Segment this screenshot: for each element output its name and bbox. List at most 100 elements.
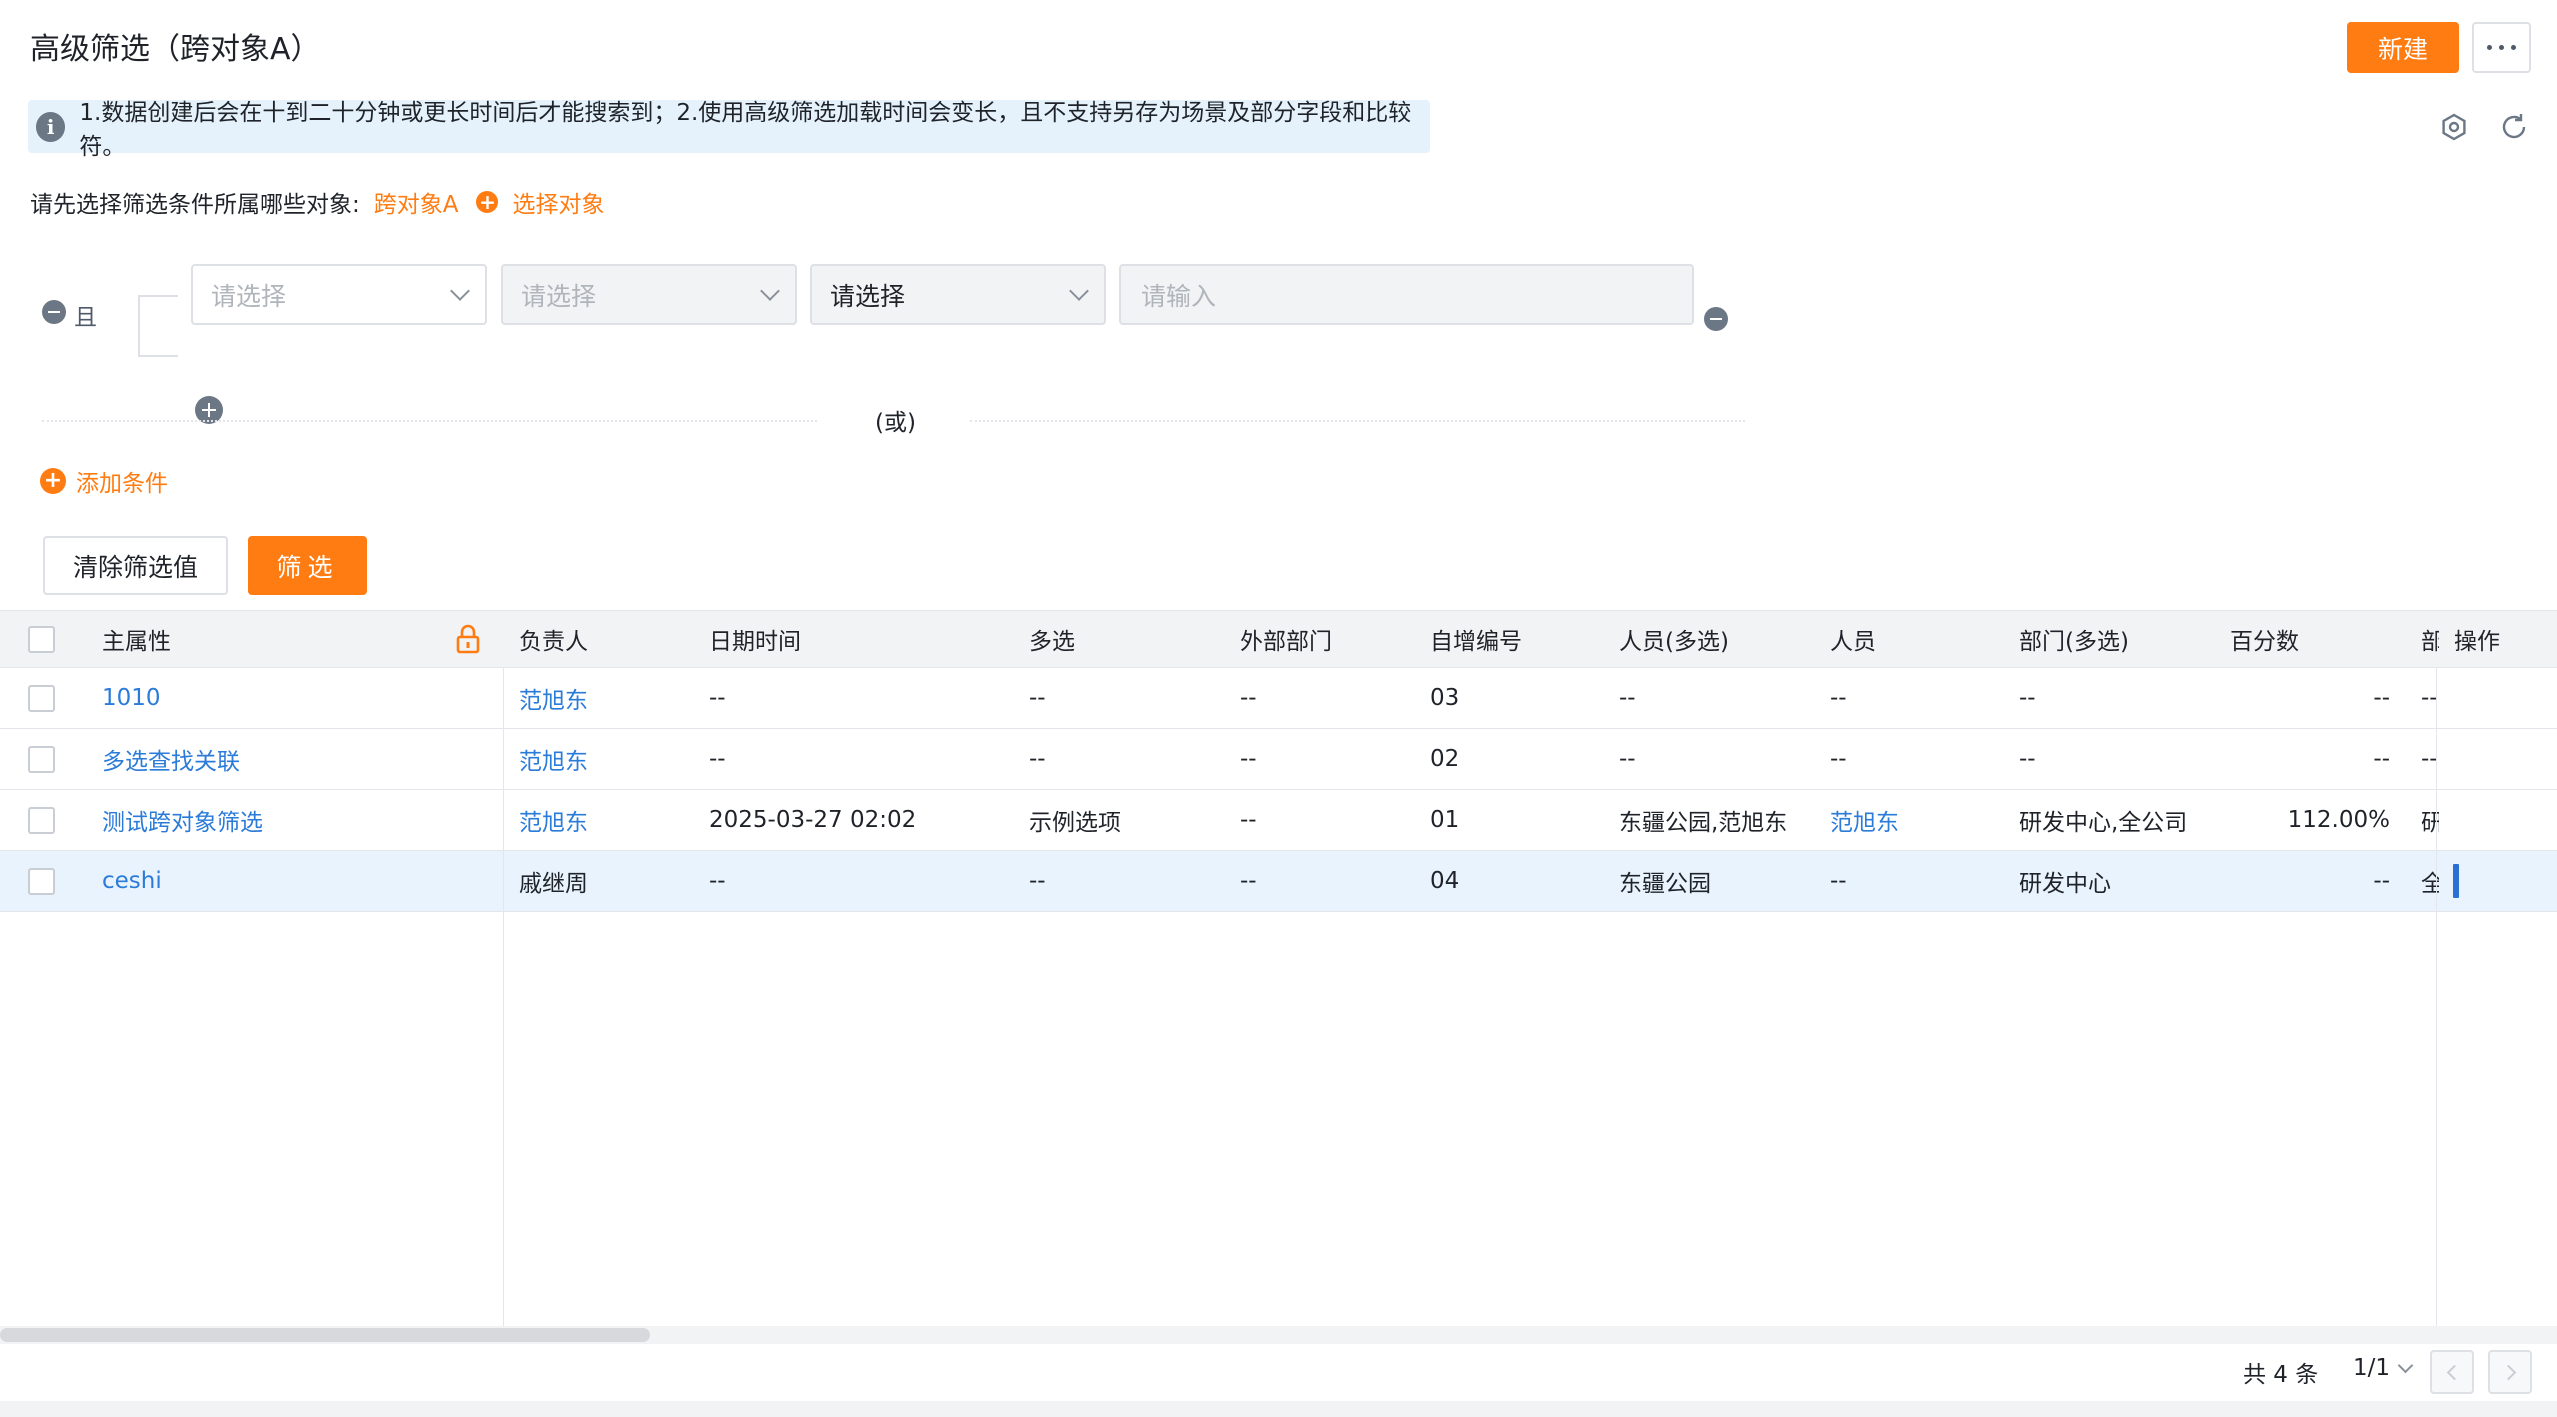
refresh-icon[interactable] — [2494, 107, 2534, 147]
row-checkbox[interactable] — [28, 684, 55, 712]
row-checkbox[interactable] — [28, 806, 55, 834]
cell-dept-multi: 研发中心 — [2019, 871, 2111, 897]
prev-page-button[interactable] — [2430, 1350, 2474, 1394]
cell-people-multi: 东疆公园,范旭东 — [1619, 810, 1788, 836]
frozen-column-divider — [503, 668, 504, 1328]
table-header: 主属性 负责人 日期时间 多选 外部部门 自增编号 人员(多选) 人员 部门(多… — [0, 610, 2557, 668]
cell-datetime: 2025-03-27 02:02 — [709, 807, 917, 833]
column-header[interactable]: 人员(多选) — [1619, 611, 1729, 667]
cell-seq: 02 — [1430, 746, 1460, 772]
cell-dept-multi: -- — [2019, 746, 2036, 772]
page-selector[interactable]: 1/1 — [2353, 1355, 2414, 1381]
cell-percent: -- — [2373, 868, 2390, 894]
value-input[interactable]: 请输入 — [1119, 264, 1694, 325]
lock-icon[interactable] — [455, 611, 481, 667]
cell-multi: -- — [1029, 868, 1046, 894]
row-checkbox[interactable] — [28, 867, 55, 895]
column-header[interactable]: 人员 — [1830, 611, 1876, 667]
chevron-down-icon — [760, 280, 780, 301]
clear-filter-button[interactable]: 清除筛选值 — [43, 536, 228, 595]
table-row[interactable]: 测试跨对象筛选 范旭东 2025-03-27 02:02 示例选项 -- 01 东疆公园,范… — [0, 790, 2557, 851]
cell-seq: 01 — [1430, 807, 1460, 833]
cell-owner: 戚继周 — [519, 871, 588, 897]
row-checkbox-cell[interactable] — [28, 851, 55, 911]
column-header[interactable]: 外部部门 — [1240, 611, 1332, 667]
cell-multi: 示例选项 — [1029, 810, 1121, 836]
cell-owner[interactable]: 范旭东 — [519, 790, 588, 850]
column-header[interactable]: 主属性 — [102, 611, 171, 667]
row-checkbox[interactable] — [28, 745, 55, 773]
column-header[interactable]: 日期时间 — [709, 611, 801, 667]
select-all-checkbox[interactable] — [28, 625, 55, 653]
value-type-select[interactable]: 请选择 — [810, 264, 1106, 325]
column-header[interactable]: 部门(多选) — [2019, 611, 2129, 667]
row-cursor-indicator — [2453, 864, 2459, 898]
select-all-checkbox-cell[interactable] — [28, 611, 55, 667]
column-header[interactable]: 部 — [2421, 611, 2439, 667]
cell-datetime: -- — [709, 868, 726, 894]
cell-person: -- — [1830, 685, 1847, 711]
cell-ext-dept: -- — [1240, 746, 1257, 772]
object-selector-row: 请先选择筛选条件所属哪些对象: 跨对象A + 选择对象 — [30, 184, 622, 220]
value-type-select-value: 请选择 — [830, 281, 906, 311]
cell-person: -- — [1830, 868, 1847, 894]
row-checkbox-cell[interactable] — [28, 668, 55, 728]
cell-main[interactable]: 1010 — [102, 668, 161, 728]
cell-main[interactable]: ceshi — [102, 851, 162, 911]
remove-condition-icon[interactable] — [1704, 307, 1728, 331]
row-checkbox-cell[interactable] — [28, 729, 55, 789]
add-condition-label: 添加条件 — [76, 471, 168, 497]
choose-object-link[interactable]: 选择对象 — [512, 185, 604, 219]
add-object-icon[interactable]: + — [476, 191, 499, 213]
or-divider-right — [970, 420, 1745, 422]
cell-multi: -- — [1029, 746, 1046, 772]
cell-main[interactable]: 测试跨对象筛选 — [102, 790, 263, 850]
total-count: 共 4 条 — [2243, 1362, 2319, 1388]
or-label: (或) — [875, 410, 916, 436]
chevron-down-icon — [450, 280, 470, 301]
add-condition-icon: + — [40, 468, 66, 494]
chevron-right-icon — [2500, 1364, 2516, 1380]
object-selector-label: 请先选择筛选条件所属哪些对象: — [30, 192, 360, 218]
filter-button[interactable]: 筛选 — [248, 536, 367, 595]
cell-percent: -- — [2373, 685, 2390, 711]
info-icon: i — [36, 111, 66, 142]
remove-group-icon[interactable] — [42, 300, 66, 324]
cell-person[interactable]: 范旭东 — [1830, 790, 1899, 850]
column-header[interactable]: 多选 — [1029, 611, 1075, 667]
new-button[interactable]: 新建 — [2347, 22, 2459, 73]
cell-owner[interactable]: 范旭东 — [519, 729, 588, 789]
bottom-strip — [0, 1401, 2557, 1417]
table-row[interactable]: 多选查找关联 范旭东 -- -- -- 02 -- -- -- -- -- — [0, 729, 2557, 790]
or-divider-left — [42, 420, 817, 422]
column-header[interactable]: 负责人 — [519, 611, 588, 667]
chevron-down-icon — [2397, 1357, 2414, 1373]
add-condition-link[interactable]: + 添加条件 — [40, 464, 168, 498]
operator-select-placeholder: 请选择 — [521, 281, 597, 311]
cell-main[interactable]: 多选查找关联 — [102, 729, 240, 789]
page-indicator: 1/1 — [2353, 1355, 2391, 1381]
cell-datetime: -- — [709, 746, 726, 772]
cell-percent: 112.00% — [2287, 807, 2390, 833]
more-button[interactable] — [2472, 22, 2531, 73]
chevron-down-icon — [1069, 280, 1089, 301]
cell-ext-dept: -- — [1240, 807, 1257, 833]
cell-ext-dept: -- — [1240, 868, 1257, 894]
horizontal-scrollbar-thumb[interactable] — [0, 1328, 650, 1342]
settings-icon[interactable] — [2434, 107, 2474, 147]
row-checkbox-cell[interactable] — [28, 790, 55, 850]
actions-column-divider — [2436, 668, 2437, 1328]
cell-owner[interactable]: 范旭东 — [519, 668, 588, 728]
column-header[interactable]: 百分数 — [2230, 611, 2299, 667]
page-title: 高级筛选（跨对象A） — [30, 32, 321, 67]
selected-object-link[interactable]: 跨对象A — [374, 185, 459, 219]
cell-people-multi: -- — [1619, 685, 1636, 711]
cell-people-multi: -- — [1619, 746, 1636, 772]
next-page-button[interactable] — [2488, 1350, 2532, 1394]
column-header[interactable]: 自增编号 — [1430, 611, 1522, 667]
more-dots-icon — [2487, 45, 2492, 50]
table-row[interactable]: 1010 范旭东 -- -- -- 03 -- -- -- -- -- — [0, 668, 2557, 729]
table-row[interactable]: ceshi 戚继周 -- -- -- 04 东疆公园 -- 研发中心 -- 全 — [0, 851, 2557, 912]
operator-select[interactable]: 请选择 — [501, 264, 797, 325]
field-select[interactable]: 请选择 — [191, 264, 487, 325]
